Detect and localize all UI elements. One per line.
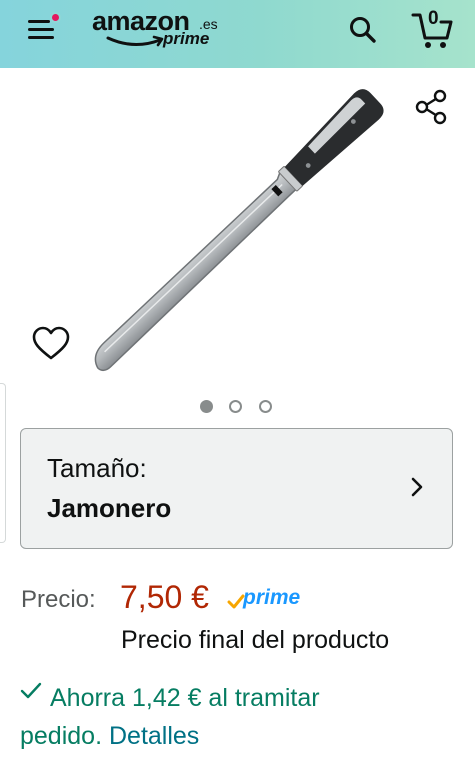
- prime-badge-text: prime: [243, 586, 301, 609]
- menu-button[interactable]: [26, 12, 66, 48]
- savings-text-line1: Ahorra 1,42 € al tramitar: [50, 684, 320, 712]
- smile-arrow-icon: [106, 35, 164, 47]
- notification-dot: [50, 12, 61, 23]
- final-price-note: Precio final del producto: [121, 626, 390, 654]
- details-link[interactable]: Detalles: [109, 722, 199, 750]
- price-row: Precio: 7,50 € prime: [21, 578, 461, 618]
- savings-text-line2: pedido. Detalles: [20, 716, 199, 756]
- logo-prime: prime: [163, 29, 210, 48]
- savings-text-end: pedido.: [20, 722, 103, 750]
- product-image[interactable]: [60, 75, 405, 385]
- wishlist-button[interactable]: [30, 324, 72, 364]
- size-label: Tamaño:: [47, 453, 147, 483]
- carousel-dot-2[interactable]: [229, 400, 242, 413]
- size-value: Jamonero: [47, 493, 172, 523]
- menu-icon-bar: [28, 36, 54, 39]
- cart-count: 0: [428, 8, 439, 29]
- image-carousel-indicator: [198, 400, 278, 414]
- top-bar: amazon .es prime 0: [0, 0, 475, 68]
- chevron-right-icon: [411, 477, 423, 497]
- price-value: 7,50 €: [120, 579, 209, 615]
- prime-badge: prime: [227, 586, 317, 609]
- previous-panel-edge: [0, 383, 6, 543]
- menu-icon-bar: [28, 28, 54, 31]
- search-icon: [350, 17, 376, 43]
- share-icon: [415, 89, 447, 125]
- cart-button[interactable]: 0: [410, 8, 454, 50]
- carousel-dot-3[interactable]: [259, 400, 272, 413]
- check-icon: [20, 682, 42, 699]
- search-button[interactable]: [347, 14, 379, 46]
- size-selector[interactable]: Tamaño: Jamonero: [20, 428, 453, 549]
- heart-icon: [32, 326, 70, 360]
- share-button[interactable]: [412, 88, 450, 126]
- carousel-dot-1[interactable]: [200, 400, 213, 413]
- price-label: Precio:: [21, 586, 96, 613]
- amazon-prime-logo[interactable]: amazon .es prime: [92, 6, 227, 56]
- menu-icon: [28, 20, 50, 23]
